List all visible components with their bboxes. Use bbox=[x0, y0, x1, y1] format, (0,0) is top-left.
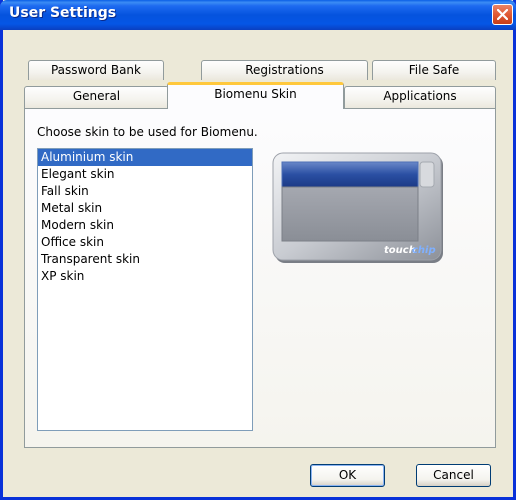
window-title: User Settings bbox=[9, 5, 117, 21]
skin-list-item[interactable]: Aluminium skin bbox=[38, 149, 252, 166]
tab-registrations[interactable]: Registrations bbox=[201, 60, 368, 80]
tab-biomenu-skin[interactable]: Biomenu Skin bbox=[167, 82, 344, 109]
skin-list-item[interactable]: Elegant skin bbox=[38, 166, 252, 183]
skin-listbox[interactable]: Aluminium skin Elegant skin Fall skin Me… bbox=[37, 148, 253, 431]
skin-list-item[interactable]: Transparent skin bbox=[38, 251, 252, 268]
tab-file-safe[interactable]: File Safe bbox=[372, 60, 496, 80]
tab-applications[interactable]: Applications bbox=[344, 86, 496, 108]
preview-brand-chip: chip bbox=[412, 245, 436, 256]
skin-list-item[interactable]: Metal skin bbox=[38, 200, 252, 217]
skin-list-item[interactable]: XP skin bbox=[38, 268, 252, 285]
tab-general[interactable]: General bbox=[24, 86, 169, 108]
close-button[interactable] bbox=[492, 4, 513, 25]
skin-list-item[interactable]: Office skin bbox=[38, 234, 252, 251]
ok-button[interactable]: OK bbox=[310, 464, 385, 487]
skin-prompt-label: Choose skin to be used for Biomenu. bbox=[37, 125, 258, 139]
skin-list-item[interactable]: Modern skin bbox=[38, 217, 252, 234]
close-icon bbox=[497, 9, 508, 20]
title-bar[interactable]: User Settings bbox=[0, 0, 516, 30]
user-settings-window: User Settings Password Bank Registration… bbox=[0, 0, 516, 500]
cancel-button[interactable]: Cancel bbox=[416, 464, 491, 487]
skin-preview-image: touch chip bbox=[272, 152, 443, 263]
tab-password-bank[interactable]: Password Bank bbox=[28, 60, 164, 80]
biomenu-skin-panel: Choose skin to be used for Biomenu. Alum… bbox=[24, 108, 496, 448]
skin-list-item[interactable]: Fall skin bbox=[38, 183, 252, 200]
